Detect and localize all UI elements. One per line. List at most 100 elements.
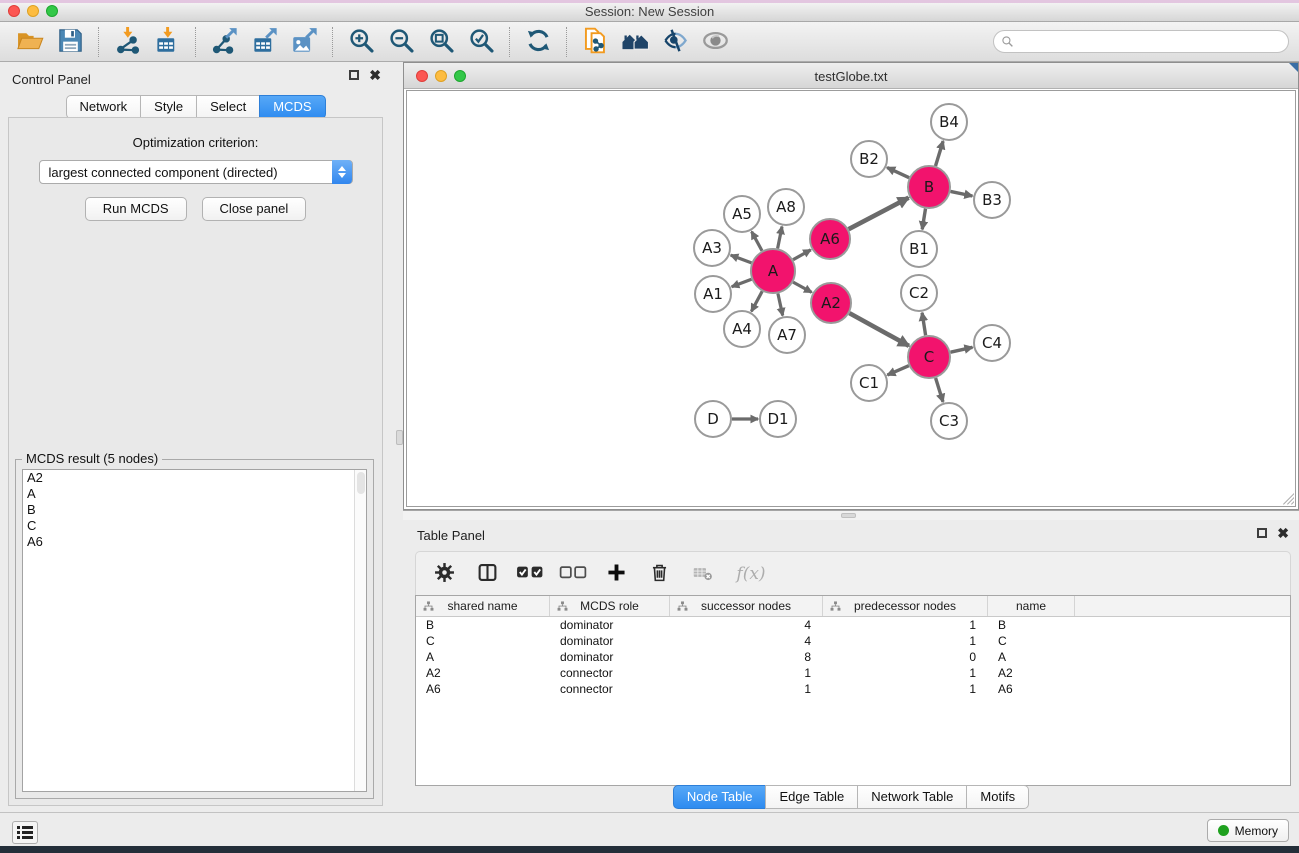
table-cell[interactable]: C: [988, 633, 1075, 649]
graph-node-A3[interactable]: A3: [694, 230, 730, 266]
tab-style[interactable]: Style: [140, 95, 197, 119]
mcds-result-item[interactable]: B: [23, 502, 366, 518]
graph-node-A1[interactable]: A1: [695, 276, 731, 312]
run-mcds-button[interactable]: Run MCDS: [85, 197, 187, 221]
table-cell[interactable]: connector: [550, 665, 670, 681]
table-cell[interactable]: B: [416, 617, 550, 633]
create-new-column-button[interactable]: [604, 562, 628, 586]
graph-node-C4[interactable]: C4: [974, 325, 1010, 361]
delete-columns-button[interactable]: [647, 562, 671, 586]
graph-edge-A-A6[interactable]: [793, 250, 811, 260]
table-cell[interactable]: 1: [670, 681, 823, 697]
graph-edge-A2-C[interactable]: [849, 313, 909, 346]
close-panel-icon[interactable]: ✖: [369, 70, 381, 80]
table-cell[interactable]: 1: [823, 633, 988, 649]
network-canvas[interactable]: AA1A2A3A4A5A6A7A8BB1B2B3B4CC1C2C3C4DD1: [406, 90, 1296, 507]
tab-mcds[interactable]: MCDS: [259, 95, 325, 119]
graph-node-D1[interactable]: D1: [760, 401, 796, 437]
graph-edge-A-A7[interactable]: [778, 294, 783, 316]
graph-node-B4[interactable]: B4: [931, 104, 967, 140]
result-list-scrollbar[interactable]: [354, 470, 366, 791]
table-cell[interactable]: 4: [670, 617, 823, 633]
column-header-shared-name[interactable]: shared name: [416, 596, 550, 616]
zoom-fit-content-button[interactable]: [421, 25, 461, 59]
criterion-dropdown[interactable]: largest connected component (directed): [39, 160, 353, 184]
graph-node-C2[interactable]: C2: [901, 275, 937, 311]
table-row[interactable]: Adominator80A: [416, 649, 1290, 665]
graph-node-A[interactable]: A: [751, 249, 795, 293]
tab-edge-table[interactable]: Edge Table: [765, 785, 858, 809]
table-cell[interactable]: 1: [823, 681, 988, 697]
table-mode-button[interactable]: [432, 562, 456, 586]
toggle-panel-layout-button[interactable]: [475, 562, 499, 586]
float-panel-icon[interactable]: [349, 70, 359, 80]
table-row[interactable]: A2connector11A2: [416, 665, 1290, 681]
close-panel-button[interactable]: Close panel: [202, 197, 307, 221]
table-cell[interactable]: dominator: [550, 617, 670, 633]
graph-node-A5[interactable]: A5: [724, 196, 760, 232]
zoom-out-button[interactable]: [381, 25, 421, 59]
table-cell[interactable]: 1: [823, 617, 988, 633]
table-cell[interactable]: A: [416, 649, 550, 665]
graph-node-A2[interactable]: A2: [811, 283, 851, 323]
table-cell[interactable]: connector: [550, 681, 670, 697]
graph-edge-B-B3[interactable]: [951, 191, 973, 196]
hide-all-columns-button[interactable]: [561, 562, 585, 586]
import-network-from-file-button[interactable]: [107, 25, 147, 59]
graph-node-B2[interactable]: B2: [851, 141, 887, 177]
table-cell[interactable]: 4: [670, 633, 823, 649]
tab-motifs[interactable]: Motifs: [966, 785, 1029, 809]
window-resize-grip[interactable]: [1280, 491, 1294, 505]
graph-edge-B-B4[interactable]: [936, 141, 944, 166]
mcds-result-item[interactable]: A2: [23, 470, 366, 486]
zoom-selected-region-button[interactable]: [461, 25, 501, 59]
graph-node-D[interactable]: D: [695, 401, 731, 437]
mcds-result-item[interactable]: A6: [23, 534, 366, 550]
column-header-name[interactable]: name: [988, 596, 1075, 616]
tab-select[interactable]: Select: [196, 95, 260, 119]
graph-edge-A-A8[interactable]: [778, 227, 782, 249]
search-input[interactable]: [1015, 33, 1288, 51]
birdseye-view-button[interactable]: [695, 25, 735, 59]
table-cell[interactable]: A2: [416, 665, 550, 681]
graph-edge-C-C4[interactable]: [951, 347, 973, 352]
mcds-result-item[interactable]: A: [23, 486, 366, 502]
splitpane-divider-grip[interactable]: [396, 430, 403, 445]
table-cell[interactable]: 0: [823, 649, 988, 665]
memory-button[interactable]: Memory: [1207, 819, 1289, 842]
tab-network[interactable]: Network: [65, 95, 141, 119]
tab-node-table[interactable]: Node Table: [673, 785, 767, 809]
graph-node-B1[interactable]: B1: [901, 231, 937, 267]
table-row[interactable]: Cdominator41C: [416, 633, 1290, 649]
graph-edge-A-A5[interactable]: [752, 232, 762, 251]
open-session-button[interactable]: [10, 25, 50, 59]
graph-node-A7[interactable]: A7: [769, 317, 805, 353]
graph-edge-C-C3[interactable]: [936, 378, 943, 402]
export-network-button[interactable]: [204, 25, 244, 59]
network-window-titlebar[interactable]: testGlobe.txt: [404, 63, 1298, 89]
tab-network-table[interactable]: Network Table: [857, 785, 967, 809]
table-cell[interactable]: A: [988, 649, 1075, 665]
table-cell[interactable]: A2: [988, 665, 1075, 681]
horizontal-divider-grip[interactable]: [841, 513, 856, 518]
save-session-button[interactable]: [50, 25, 90, 59]
search-box[interactable]: [993, 30, 1289, 53]
graph-edge-B-B2[interactable]: [887, 168, 909, 178]
table-cell[interactable]: dominator: [550, 633, 670, 649]
table-cell[interactable]: B: [988, 617, 1075, 633]
task-history-button[interactable]: [12, 821, 38, 844]
dropdown-stepper-icon[interactable]: [332, 160, 352, 184]
table-row[interactable]: A6connector11A6: [416, 681, 1290, 697]
column-header-successor-nodes[interactable]: successor nodes: [670, 596, 823, 616]
graph-edge-C-C2[interactable]: [922, 313, 926, 336]
show-hide-graphics-details-button[interactable]: [655, 25, 695, 59]
graph-node-B3[interactable]: B3: [974, 182, 1010, 218]
import-table-from-file-button[interactable]: [147, 25, 187, 59]
graph-node-C[interactable]: C: [908, 336, 950, 378]
graph-node-C1[interactable]: C1: [851, 365, 887, 401]
table-cell[interactable]: 1: [823, 665, 988, 681]
graph-edge-C-C1[interactable]: [887, 366, 908, 375]
graph-edge-B-B1[interactable]: [922, 209, 925, 230]
table-cell[interactable]: A6: [416, 681, 550, 697]
export-image-button[interactable]: [284, 25, 324, 59]
